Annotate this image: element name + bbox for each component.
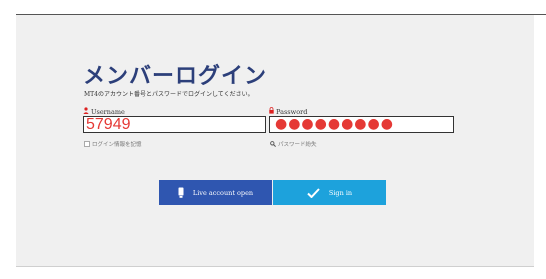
sign-in-button[interactable]: Sign in xyxy=(273,180,386,205)
forgot-password-link[interactable]: パスワード紛失 xyxy=(270,140,317,148)
remember-checkbox[interactable] xyxy=(84,141,90,147)
password-masked-value: ●●●●●●●●● xyxy=(275,116,394,132)
person-icon xyxy=(83,107,89,116)
checkmark-icon xyxy=(307,187,320,198)
password-label: Password xyxy=(269,107,307,116)
username-label: Username xyxy=(83,107,125,116)
forgot-password-label: パスワード紛失 xyxy=(278,142,317,148)
login-page: メンバーログイン MT4のアカウント番号とパスワードでログインしてください。 U… xyxy=(0,0,546,279)
username-input[interactable]: 57949 xyxy=(83,116,266,133)
remember-login[interactable]: ログイン情報を記憶 xyxy=(84,140,142,148)
remember-label: ログイン情報を記憶 xyxy=(92,142,142,148)
live-account-open-label: Live account open xyxy=(192,188,254,197)
password-input[interactable]: ●●●●●●●●● xyxy=(269,116,454,133)
phone-icon xyxy=(178,187,184,198)
lock-icon xyxy=(269,107,274,116)
username-label-text: Username xyxy=(91,107,125,116)
live-account-open-button[interactable]: Live account open xyxy=(159,180,272,205)
page-title: メンバーログイン xyxy=(83,63,268,89)
magnifier-icon xyxy=(270,141,276,147)
sign-in-label: Sign in xyxy=(328,188,353,197)
page-subtitle: MT4のアカウント番号とパスワードでログインしてください。 xyxy=(84,91,254,98)
password-label-text: Password xyxy=(276,107,308,116)
